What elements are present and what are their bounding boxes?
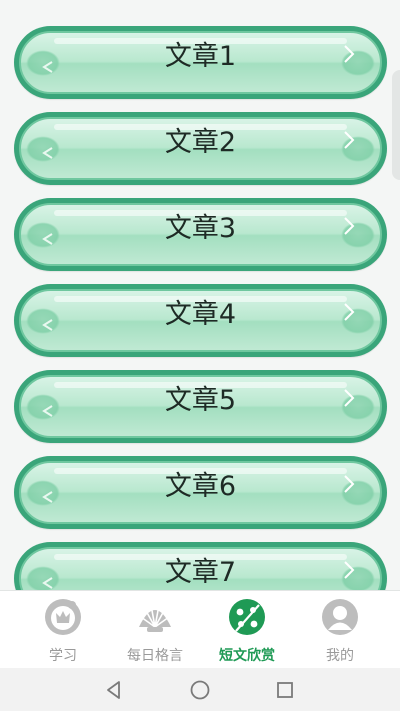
bottom-tab-bar: 学习 每日格言 短文欣赏 我的: [0, 590, 400, 668]
essay-icon: [229, 599, 265, 635]
recents-square-icon[interactable]: [274, 679, 296, 701]
profile-icon: [322, 599, 358, 635]
tab-daily-quote[interactable]: 每日格言: [105, 591, 205, 669]
tab-label: 短文欣赏: [219, 648, 275, 664]
article-button-4[interactable]: 文章4: [14, 284, 387, 357]
tab-label: 学习: [49, 648, 77, 664]
article-button-7[interactable]: 文章7: [14, 542, 387, 590]
side-drawer-handle[interactable]: [392, 70, 400, 180]
back-triangle-icon[interactable]: [103, 679, 125, 701]
article-button-3[interactable]: 文章3: [14, 198, 387, 271]
article-button-1[interactable]: 文章1: [14, 26, 387, 99]
article-button-2[interactable]: 文章2: [14, 112, 387, 185]
article-title: 文章2: [164, 127, 237, 158]
article-list[interactable]: 文章1 文章2 文章3 文章4 文章5 文章6 文章7: [0, 0, 400, 590]
tab-label: 我的: [326, 648, 354, 664]
article-title: 文章3: [164, 213, 237, 244]
article-title: 文章6: [164, 471, 237, 502]
tab-study[interactable]: 学习: [13, 591, 113, 669]
article-button-6[interactable]: 文章6: [14, 456, 387, 529]
article-title: 文章4: [164, 299, 237, 330]
tab-label: 每日格言: [127, 648, 183, 664]
tab-profile[interactable]: 我的: [290, 591, 390, 669]
article-title: 文章7: [164, 557, 237, 588]
tab-essay[interactable]: 短文欣赏: [197, 591, 297, 669]
article-title: 文章1: [164, 41, 237, 72]
article-button-5[interactable]: 文章5: [14, 370, 387, 443]
article-title: 文章5: [164, 385, 237, 416]
study-icon: [45, 599, 81, 635]
system-navigation-bar: [0, 668, 400, 711]
shell-icon: [139, 604, 171, 632]
home-circle-icon[interactable]: [189, 679, 211, 701]
